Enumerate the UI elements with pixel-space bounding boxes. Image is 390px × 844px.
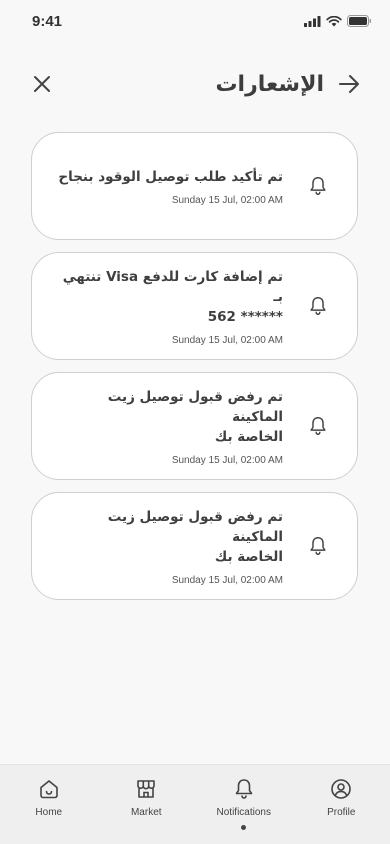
active-tab-indicator (241, 825, 247, 830)
header: الإشعارات (0, 64, 390, 104)
status-time: 9:41 (32, 13, 63, 30)
tab-home[interactable]: Home (0, 765, 98, 844)
notification-text: تم رفض قبول توصيل زيت الماكينة الخاصة بك… (53, 493, 283, 599)
notification-date: Sunday 15 Jul, 02:00 AM (171, 194, 283, 206)
notification-title: تم رفض قبول توصيل زيت الماكينة (107, 508, 283, 545)
tab-notifications[interactable]: Notifications (195, 765, 293, 844)
profile-icon (331, 779, 352, 799)
status-icons (304, 15, 372, 27)
battery-icon (347, 15, 371, 27)
notification-title: تم إضافة كارت للدفع Visa تنتهي بـ (62, 268, 283, 305)
notification-list: تم تأكيد طلب توصيل الوقود بنجاح Sunday 1… (31, 132, 358, 612)
signal-icon (304, 15, 321, 27)
notification-title-line2: 562 ****** (207, 308, 283, 325)
wifi-icon (326, 15, 342, 26)
notification-card[interactable]: تم إضافة كارت للدفع Visa تنتهي بـ 562 **… (31, 252, 358, 360)
bell-icon (310, 297, 326, 315)
notification-title-line2: الخاصة بك (214, 428, 283, 445)
notification-date: Sunday 15 Jul, 02:00 AM (171, 454, 283, 466)
bell-icon (235, 779, 253, 799)
notification-text: تم إضافة كارت للدفع Visa تنتهي بـ 562 **… (53, 253, 283, 359)
tab-label: Market (130, 807, 162, 818)
bottom-tab-bar: Home Market Notifications Profile (0, 764, 390, 844)
tab-label: Profile (327, 807, 356, 818)
notification-title-line2: الخاصة بك (214, 548, 283, 565)
close-button[interactable] (28, 70, 56, 98)
arrow-right-icon (339, 75, 359, 93)
close-icon (34, 76, 50, 92)
home-icon (39, 780, 58, 799)
notification-card[interactable]: تم رفض قبول توصيل زيت الماكينة الخاصة بك… (31, 372, 358, 480)
status-bar: 9:41 (0, 0, 390, 44)
tab-market[interactable]: Market (98, 765, 196, 844)
bell-icon (310, 417, 326, 435)
bell-icon (310, 537, 326, 555)
notification-card[interactable]: تم تأكيد طلب توصيل الوقود بنجاح Sunday 1… (31, 132, 358, 240)
tab-label: Home (35, 807, 63, 818)
notification-card[interactable]: تم رفض قبول توصيل زيت الماكينة الخاصة بك… (31, 492, 358, 600)
bell-icon (310, 177, 326, 195)
notification-date: Sunday 15 Jul, 02:00 AM (171, 574, 283, 586)
tab-label: Notifications (216, 807, 271, 818)
page-title: الإشعارات (215, 71, 324, 97)
back-button[interactable] (336, 71, 362, 97)
notification-title: تم رفض قبول توصيل زيت الماكينة (107, 388, 283, 425)
notification-text: تم تأكيد طلب توصيل الوقود بنجاح Sunday 1… (53, 133, 283, 239)
notification-date: Sunday 15 Jul, 02:00 AM (171, 334, 283, 346)
market-icon (137, 780, 156, 798)
header-title-group: الإشعارات (215, 64, 362, 104)
notification-title: تم تأكيد طلب توصيل الوقود بنجاح (58, 168, 283, 185)
notification-text: تم رفض قبول توصيل زيت الماكينة الخاصة بك… (53, 373, 283, 479)
tab-profile[interactable]: Profile (293, 765, 390, 844)
